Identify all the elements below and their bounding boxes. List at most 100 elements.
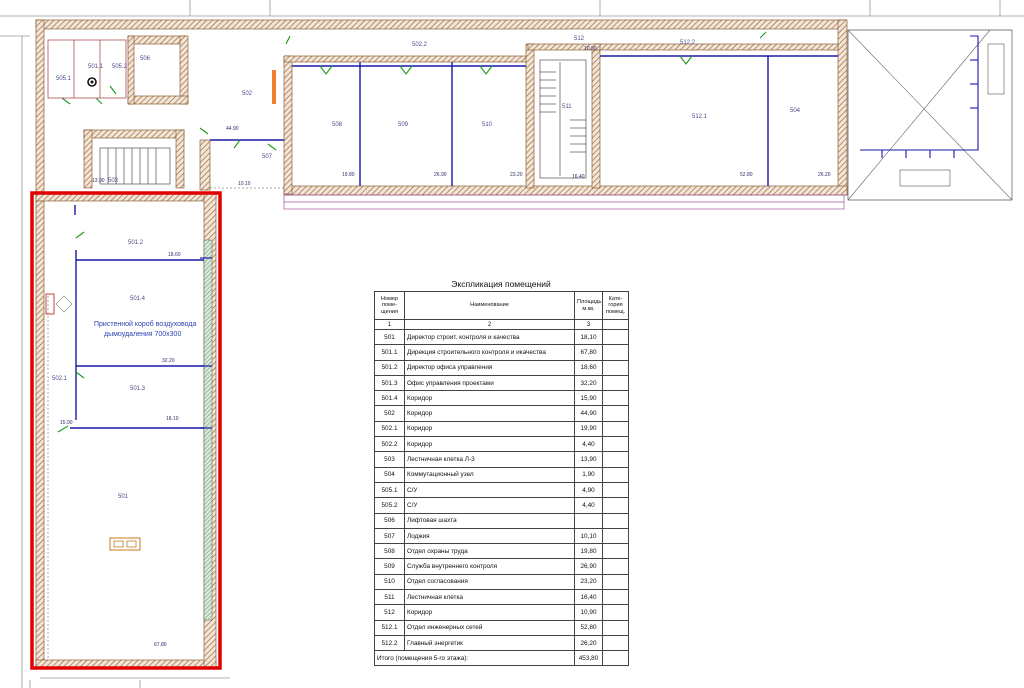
table-header: Номер поме-щения Наименование Площадь м.… bbox=[374, 291, 629, 320]
dim-label: 13.90 bbox=[92, 178, 105, 184]
room-number-cell: 506 bbox=[374, 512, 405, 529]
room-area-cell: 19,90 bbox=[574, 420, 603, 438]
dim-label: 52.80 bbox=[740, 172, 753, 178]
room-area-cell: 18,60 bbox=[574, 359, 603, 376]
room-label: 501 bbox=[118, 494, 129, 500]
table-row: 511 Лестничная клетка 16,40 bbox=[374, 589, 629, 606]
room-name-cell: С/У bbox=[404, 497, 575, 514]
room-name-cell: Дирекция строительного контроля и икачес… bbox=[404, 344, 575, 361]
dim-label: 26.90 bbox=[434, 172, 447, 178]
room-name-cell: Офис управления проектами bbox=[404, 374, 575, 392]
header-cell: Площадь м.кв. bbox=[574, 291, 603, 320]
room-name-cell: Лестничная клетка Л-3 bbox=[404, 451, 575, 468]
room-number-cell: 501.4 bbox=[374, 390, 405, 407]
room-category-cell bbox=[602, 466, 629, 483]
total-category bbox=[602, 650, 629, 667]
dim-label: 18.60 bbox=[168, 252, 181, 258]
room-number-cell: 501.3 bbox=[374, 374, 405, 392]
room-area-cell bbox=[574, 512, 603, 529]
room-category-cell bbox=[602, 604, 629, 621]
room-label: 510 bbox=[482, 122, 493, 128]
table-row: 509 Служба внутреннего контроля 26,90 bbox=[374, 558, 629, 575]
room-area-cell: 13,90 bbox=[574, 451, 603, 468]
table-row: 501.1 Дирекция строительного контроля и и… bbox=[374, 344, 629, 361]
room-name-cell: С/У bbox=[404, 481, 575, 499]
room-number-cell: 503 bbox=[374, 451, 405, 468]
room-area-cell: 44,90 bbox=[574, 405, 603, 422]
room-category-cell bbox=[602, 328, 629, 346]
room-area-cell: 19,80 bbox=[574, 543, 603, 560]
room-category-cell bbox=[602, 451, 629, 468]
room-number-cell: 508 bbox=[374, 543, 405, 560]
explication-title: Экспликация помещений bbox=[451, 279, 551, 289]
header-cell: Номер поме-щения bbox=[374, 291, 405, 320]
room-name-cell: Директор строит. контроля и качества bbox=[404, 328, 575, 346]
dim-label: 32.20 bbox=[162, 358, 175, 364]
room-category-cell bbox=[602, 634, 629, 652]
stair-511 bbox=[539, 59, 587, 179]
table-row: 502 Коридор 44,90 bbox=[374, 405, 629, 422]
table-row: 505.1 С/У 4,90 bbox=[374, 481, 629, 499]
index-cell: 2 bbox=[404, 319, 575, 330]
room-number-cell: 501.1 bbox=[374, 344, 405, 361]
room-name-cell: Отдел охраны труда bbox=[404, 543, 575, 560]
dim-label: 16.40 bbox=[572, 174, 585, 180]
room-number-cell: 502 bbox=[374, 405, 405, 422]
room-name-cell: Лестничная клетка bbox=[404, 589, 575, 606]
dim-label: 19.80 bbox=[342, 172, 355, 178]
total-label: Итого (помещения 5-го этажа): bbox=[374, 650, 575, 667]
shaft-box bbox=[45, 293, 73, 315]
room-name-cell: Коридор bbox=[404, 436, 575, 453]
room-name-cell: Директор офиса управления bbox=[404, 359, 575, 376]
room-label: 512.1 bbox=[692, 114, 708, 120]
room-name-cell: Лоджия bbox=[404, 527, 575, 545]
table-row: 505.2 С/У 4,40 bbox=[374, 497, 629, 514]
room-number-cell: 502.1 bbox=[374, 420, 405, 438]
room-category-cell bbox=[602, 497, 629, 514]
balcony-strip bbox=[283, 194, 845, 210]
room-number-cell: 510 bbox=[374, 573, 405, 591]
orange-duct bbox=[272, 70, 276, 104]
room-label: 508 bbox=[332, 122, 343, 128]
room-label: 509 bbox=[398, 122, 409, 128]
table-row: 512.2 Главный энергетик 26,20 bbox=[374, 634, 629, 652]
table-row: 501 Директор строит. контроля и качества 1… bbox=[374, 328, 629, 346]
room-category-cell bbox=[602, 359, 629, 376]
ramp-area bbox=[847, 29, 1013, 201]
room-label: 502 bbox=[242, 91, 253, 97]
room-name-cell: Главный энергетик bbox=[404, 634, 575, 652]
room-number-cell: 512.2 bbox=[374, 634, 405, 652]
table-row: 506 Лифтовая шахта bbox=[374, 512, 629, 529]
room-label: 507 bbox=[262, 154, 273, 160]
room-label: 505.2 bbox=[112, 64, 128, 70]
dim-label: 10.10 bbox=[238, 181, 251, 187]
vent-box bbox=[109, 537, 141, 551]
room-area-cell: 15,90 bbox=[574, 390, 603, 407]
room-name-cell: Отдел согласования bbox=[404, 573, 575, 591]
table-row: 502.1 Коридор 19,90 bbox=[374, 420, 629, 438]
table-row: 512.1 Отдел инженерных сетей 52,80 bbox=[374, 619, 629, 636]
header-cell: Кате-гория помещ. bbox=[602, 291, 629, 320]
table-row: 501.2 Директор офиса управления 18,60 bbox=[374, 359, 629, 376]
dim-label: 18.10 bbox=[166, 416, 179, 422]
room-area-cell: 67,80 bbox=[574, 344, 603, 361]
total-area: 453,80 bbox=[574, 650, 603, 667]
room-number-cell: 507 bbox=[374, 527, 405, 545]
table-row: 501.4 Коридор 15,90 bbox=[374, 390, 629, 407]
room-category-cell bbox=[602, 558, 629, 575]
room-label: 512 bbox=[574, 36, 585, 42]
room-label: 511 bbox=[562, 104, 572, 110]
room-label: 504 bbox=[790, 108, 801, 114]
room-area-cell: 16,40 bbox=[574, 589, 603, 606]
table-row: 503 Лестничная клетка Л-3 13,90 bbox=[374, 451, 629, 468]
room-area-cell: 52,80 bbox=[574, 619, 603, 636]
room-area-cell: 4,40 bbox=[574, 436, 603, 453]
room-area-cell: 26,20 bbox=[574, 634, 603, 652]
index-cell bbox=[602, 319, 629, 330]
duct-note-line-1: Пристенной короб воздуховода bbox=[94, 320, 196, 328]
room-name-cell: Коридор bbox=[404, 390, 575, 407]
room-label: 501.4 bbox=[130, 296, 146, 302]
room-area-cell: 26,90 bbox=[574, 558, 603, 575]
room-number-cell: 505.2 bbox=[374, 497, 405, 514]
table-row: 501.3 Офис управления проектами 32,20 bbox=[374, 374, 629, 392]
